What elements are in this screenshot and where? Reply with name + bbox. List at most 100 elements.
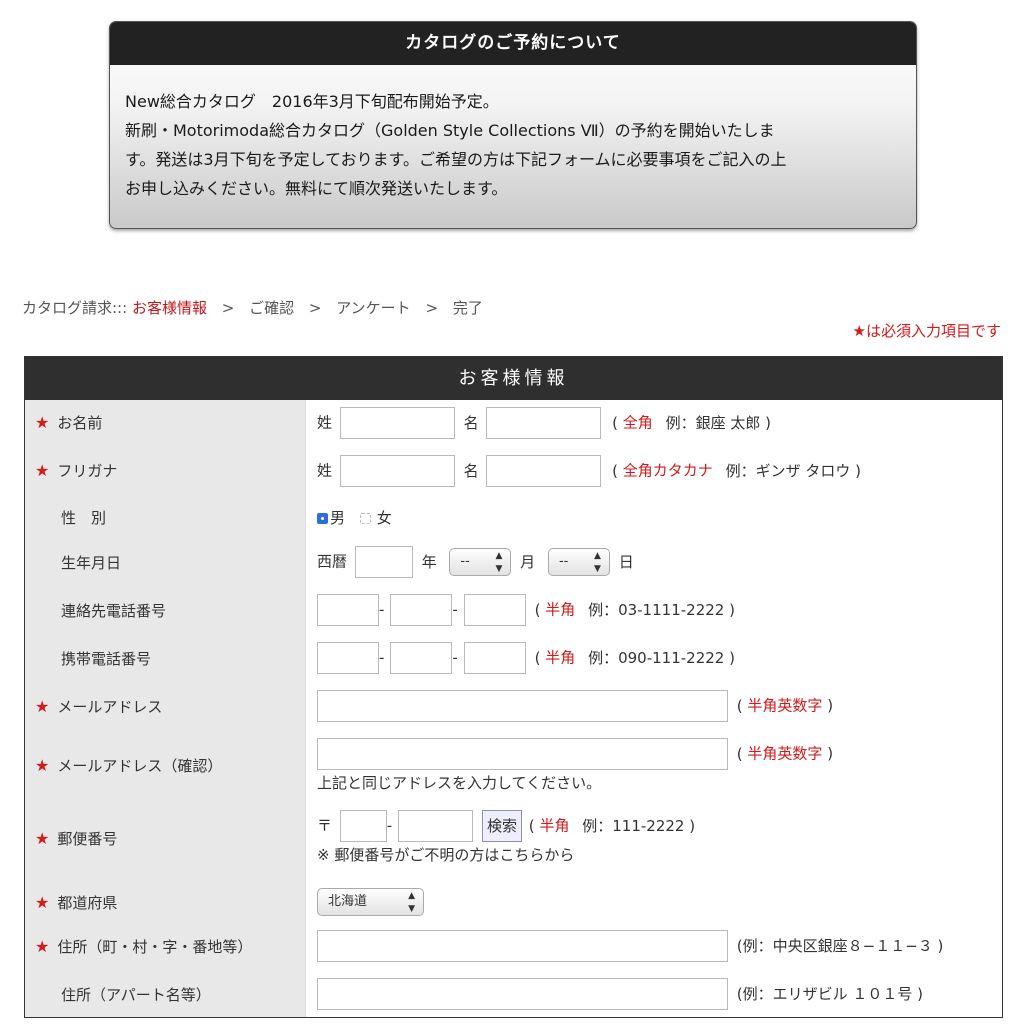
required-star-icon: ★ bbox=[35, 461, 50, 480]
step-confirm: ご確認 bbox=[249, 299, 295, 317]
email-confirm-hint: 半角英数字 bbox=[747, 744, 823, 763]
required-star-icon: ★ bbox=[35, 829, 50, 848]
notice-line: お申し込みください。無料にて順次発送いたします。 bbox=[125, 179, 508, 198]
row-postal: ★ 郵便番号 〒 - 検索 ( 半角 例：111-2222 ) ※ 郵便番号がご不… bbox=[25, 802, 1002, 878]
row-mobile: 携帯電話番号 -- ( 半角 例：090-111-2222 ) bbox=[25, 634, 1002, 682]
email-confirm-label: メールアドレス（確認） bbox=[57, 757, 223, 775]
row-address1: ★ 住所（町・村・字・番地等） (例：中央区銀座８−１１−３ ) bbox=[25, 924, 1002, 970]
phone-part3-input[interactable] bbox=[463, 594, 526, 626]
gender-female-label[interactable]: 女 bbox=[377, 509, 392, 527]
step-customer-info: お客様情報 bbox=[131, 299, 207, 317]
first-name-kana-input[interactable] bbox=[486, 455, 602, 487]
postal-mark: 〒 bbox=[317, 816, 333, 835]
mobile-label: 携帯電話番号 bbox=[61, 650, 152, 668]
postal-search-button[interactable]: 検索 bbox=[482, 810, 523, 842]
postal-part2-input[interactable] bbox=[398, 810, 474, 842]
required-star-icon: ★ bbox=[35, 413, 50, 432]
steps-prefix: カタログ請求::: bbox=[22, 299, 128, 317]
step-separator: > bbox=[425, 299, 439, 317]
form-title: お客様情報 bbox=[25, 357, 1002, 400]
email-label: メールアドレス bbox=[57, 698, 163, 716]
required-star-icon: ★ bbox=[35, 937, 50, 956]
prefecture-label: 都道府県 bbox=[57, 894, 118, 912]
row-prefecture: ★ 都道府県 北海道 ▲ ▼ bbox=[25, 878, 1002, 924]
last-name-kana-input[interactable] bbox=[339, 455, 455, 487]
birth-year-input[interactable] bbox=[354, 546, 413, 578]
address2-hint: (例：エリザビル １０１号 ) bbox=[736, 984, 924, 1003]
phone-label: 連絡先電話番号 bbox=[61, 602, 167, 620]
gender-female-radio[interactable] bbox=[359, 513, 371, 524]
phone-part2-input[interactable] bbox=[390, 594, 453, 626]
select-arrows-icon: ▲ ▼ bbox=[495, 551, 503, 574]
email-input[interactable] bbox=[317, 690, 728, 722]
year-label: 年 bbox=[421, 552, 437, 571]
birth-month-select[interactable]: -- ▲ ▼ bbox=[449, 548, 512, 576]
phone-part1-input[interactable] bbox=[317, 594, 379, 626]
phone-hint-halfwidth: 半角 bbox=[545, 600, 576, 619]
address2-input[interactable] bbox=[317, 978, 728, 1010]
step-complete: 完了 bbox=[452, 299, 483, 317]
step-survey: アンケート bbox=[336, 299, 411, 317]
postal-lookup-link[interactable]: ※ 郵便番号がご不明の方はこちらから bbox=[317, 844, 695, 865]
address1-hint: (例：中央区銀座８−１１−３ ) bbox=[736, 936, 944, 955]
step-separator: > bbox=[221, 299, 235, 317]
notice-line: す。発送は3月下旬を予定しております。ご希望の方は下記フォームに必要事項をご記入… bbox=[125, 150, 787, 169]
sei-label: 姓 bbox=[317, 413, 333, 432]
notice-line: New総合カタログ 2016年3月下旬配布開始予定。 bbox=[125, 92, 499, 111]
address2-label: 住所（アパート名等） bbox=[61, 986, 211, 1004]
gender-male-radio[interactable] bbox=[317, 513, 328, 524]
mobile-hint-example: 例：090-111-2222 ) bbox=[588, 648, 735, 667]
step-separator: > bbox=[308, 299, 322, 317]
first-name-input[interactable] bbox=[486, 407, 602, 439]
gender-label: 性 別 bbox=[61, 509, 107, 527]
day-label: 日 bbox=[618, 552, 634, 571]
era-label: 西暦 bbox=[317, 552, 348, 571]
kana-hint-example: 例：ギンザ タロウ ) bbox=[725, 461, 861, 480]
mobile-part1-input[interactable] bbox=[317, 642, 379, 674]
notice-body: New総合カタログ 2016年3月下旬配布開始予定。 新刷・Motorimoda… bbox=[110, 65, 916, 203]
required-star-icon: ★ bbox=[35, 697, 50, 716]
row-kana: ★ フリガナ 姓 名 ( 全角カタカナ 例：ギンザ タロウ ) bbox=[25, 447, 1002, 494]
birth-day-select[interactable]: -- ▲ ▼ bbox=[547, 548, 610, 576]
select-arrows-icon: ▲ ▼ bbox=[408, 891, 415, 914]
name-hint-example: 例：銀座 太郎 ) bbox=[665, 413, 771, 432]
required-star-icon: ★ bbox=[35, 756, 50, 775]
mei-label: 名 bbox=[463, 461, 479, 480]
required-star-icon: ★ bbox=[35, 893, 50, 912]
mei-label: 名 bbox=[463, 413, 479, 432]
email-confirm-note: 上記と同じアドレスを入力してください。 bbox=[317, 774, 602, 792]
gender-male-label[interactable]: 男 bbox=[330, 509, 345, 527]
birthday-label: 生年月日 bbox=[61, 554, 122, 572]
address1-label: 住所（町・村・字・番地等） bbox=[57, 938, 253, 956]
postal-hint-halfwidth: 半角 bbox=[539, 816, 570, 835]
row-name: ★ お名前 姓 名 ( 全角 例：銀座 太郎 ) bbox=[25, 400, 1002, 447]
mobile-part3-input[interactable] bbox=[463, 642, 526, 674]
phone-hint-example: 例：03-1111-2222 ) bbox=[588, 600, 735, 619]
postal-part1-input[interactable] bbox=[339, 810, 387, 842]
required-fields-note: ★は必須入力項目です bbox=[852, 322, 1001, 340]
kana-hint-katakana: 全角カタカナ bbox=[622, 461, 713, 480]
postal-hint-example: 例：111-2222 ) bbox=[582, 816, 696, 835]
catalog-notice-box: カタログのご予約について New総合カタログ 2016年3月下旬配布開始予定。 … bbox=[109, 21, 917, 229]
last-name-input[interactable] bbox=[339, 407, 455, 439]
prefecture-select[interactable]: 北海道 ▲ ▼ bbox=[317, 888, 424, 916]
postal-label: 郵便番号 bbox=[57, 830, 118, 848]
email-confirm-input[interactable] bbox=[317, 738, 728, 770]
row-email: ★ メールアドレス ( 半角英数字 ) bbox=[25, 682, 1002, 730]
kana-label: フリガナ bbox=[57, 462, 118, 480]
row-email-confirm: ★ メールアドレス（確認） ( 半角英数字 ) 上記と同じアドレスを入力してくださ… bbox=[25, 730, 1002, 802]
address1-input[interactable] bbox=[317, 930, 728, 962]
mobile-hint-halfwidth: 半角 bbox=[545, 648, 576, 667]
name-hint-fullwidth: 全角 bbox=[622, 413, 653, 432]
step-breadcrumb: カタログ請求::: お客様情報 > ご確認 > アンケート > 完了 bbox=[22, 297, 483, 318]
month-label: 月 bbox=[520, 552, 536, 571]
row-gender: 性 別 男 女 bbox=[25, 494, 1002, 538]
row-address2: 住所（アパート名等） (例：エリザビル １０１号 ) bbox=[25, 970, 1002, 1017]
mobile-part2-input[interactable] bbox=[390, 642, 453, 674]
notice-title: カタログのご予約について bbox=[110, 22, 916, 65]
customer-info-form: お客様情報 ★ お名前 姓 名 ( 全角 例：銀座 太郎 ) ★ フリガナ 姓 名 bbox=[24, 356, 1003, 1018]
select-arrows-icon: ▲ ▼ bbox=[594, 551, 601, 574]
sei-label: 姓 bbox=[317, 461, 333, 480]
email-hint: 半角英数字 bbox=[747, 696, 823, 715]
row-phone: 連絡先電話番号 -- ( 半角 例：03-1111-2222 ) bbox=[25, 586, 1002, 634]
